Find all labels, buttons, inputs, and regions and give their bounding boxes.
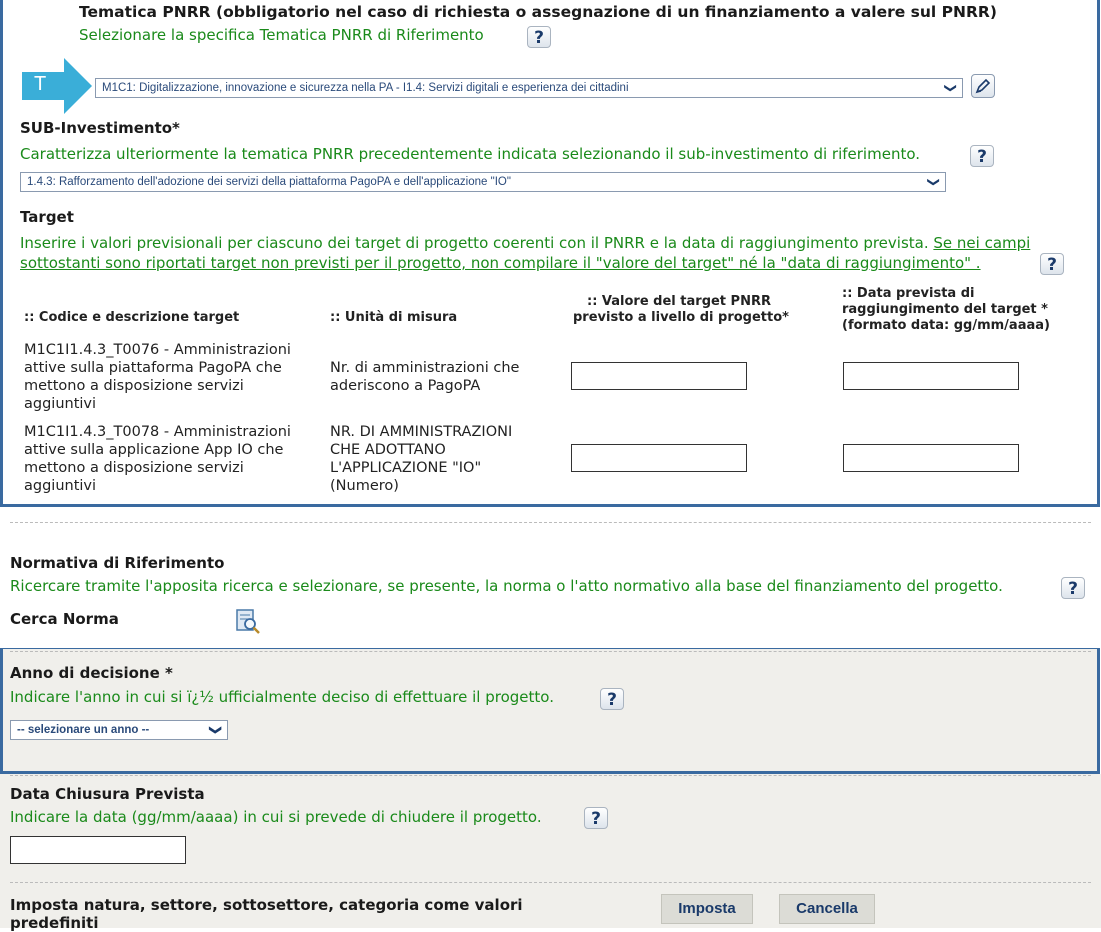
anno-select[interactable]: -- selezionare un anno -- ❯ bbox=[10, 720, 228, 740]
row1-unita-2: aderiscono a PagoPA bbox=[330, 378, 481, 394]
tematica-hint: Selezionare la specifica Tematica PNRR d… bbox=[79, 26, 484, 44]
target-hint: Inserire i valori previsionali per ciasc… bbox=[20, 232, 1100, 254]
anno-select-value: -- selezionare un anno -- bbox=[17, 724, 150, 736]
row2-data-input[interactable] bbox=[843, 444, 1019, 472]
help-icon[interactable]: ? bbox=[1061, 577, 1085, 599]
edit-pencil-icon[interactable] bbox=[971, 74, 995, 98]
cancella-button[interactable]: Cancella bbox=[779, 894, 875, 924]
row2-unita-1: NR. DI AMMINISTRAZIONI bbox=[330, 424, 513, 440]
col-header-codice: :: Codice e descrizione target bbox=[24, 310, 240, 325]
sub-investimento-select[interactable]: 1.4.3: Rafforzamento dell'adozione dei s… bbox=[20, 172, 946, 192]
row2-unita-2: CHE ADOTTANO bbox=[330, 442, 446, 458]
imposta-label-2: predefiniti bbox=[10, 914, 99, 932]
row2-codice-4: aggiuntivi bbox=[24, 478, 97, 494]
help-icon[interactable]: ? bbox=[970, 145, 994, 167]
cerca-norma-label: Cerca Norma bbox=[10, 610, 119, 628]
row1-data-input[interactable] bbox=[843, 362, 1019, 390]
sub-investimento-select-value: 1.4.3: Rafforzamento dell'adozione dei s… bbox=[27, 176, 511, 188]
help-icon[interactable]: ? bbox=[527, 26, 551, 48]
anno-hint: Indicare l'anno in cui si ï¿½ ufficialme… bbox=[10, 688, 554, 706]
row2-codice-3: mettono a disposizione servizi bbox=[24, 460, 244, 476]
row2-unita-4: (Numero) bbox=[330, 478, 399, 494]
col-header-valore-2: previsto a livello di progetto* bbox=[573, 310, 789, 325]
sub-investimento-hint: Caratterizza ulteriormente la tematica P… bbox=[20, 145, 921, 163]
col-header-data-2: raggiungimento del target * bbox=[842, 302, 1048, 317]
row1-codice-2: attive sulla piattaforma PagoPA che bbox=[24, 360, 282, 376]
target-title: Target bbox=[20, 208, 74, 226]
divider bbox=[10, 522, 1091, 523]
row1-codice-4: aggiuntivi bbox=[24, 396, 97, 412]
section-spacer bbox=[0, 637, 1101, 647]
row1-unita-1: Nr. di amministrazioni che bbox=[330, 360, 520, 376]
chevron-down-icon: ❯ bbox=[208, 724, 223, 736]
chiusura-title: Data Chiusura Prevista bbox=[10, 785, 205, 803]
row2-valore-input[interactable] bbox=[571, 444, 747, 472]
row1-codice-1: M1C1I1.4.3_T0076 - Amministrazioni bbox=[24, 342, 291, 358]
divider bbox=[10, 651, 1091, 652]
chevron-down-icon: ❯ bbox=[926, 176, 941, 188]
chevron-down-icon: ❯ bbox=[943, 82, 958, 94]
divider bbox=[10, 882, 1091, 883]
row1-valore-input[interactable] bbox=[571, 362, 747, 390]
divider bbox=[10, 775, 1091, 776]
row2-codice-2: attive sulla applicazione App IO che bbox=[24, 442, 284, 458]
anno-title: Anno di decisione * bbox=[10, 664, 173, 682]
row2-codice-1: M1C1I1.4.3_T0078 - Amministrazioni bbox=[24, 424, 291, 440]
row2-unita-3: L'APPLICAZIONE "IO" bbox=[330, 460, 482, 476]
help-icon[interactable]: ? bbox=[1040, 253, 1064, 275]
tematica-title: Tematica PNRR (obbligatorio nel caso di … bbox=[79, 3, 997, 21]
col-header-unita: :: Unità di misura bbox=[330, 310, 458, 325]
imposta-button[interactable]: Imposta bbox=[661, 894, 753, 924]
help-icon[interactable]: ? bbox=[584, 807, 608, 829]
row1-codice-3: mettono a disposizione servizi bbox=[24, 378, 244, 394]
data-chiusura-input[interactable] bbox=[10, 836, 186, 864]
sub-investimento-title: SUB-Investimento* bbox=[20, 119, 180, 137]
tematica-select-value: M1C1: Digitalizzazione, innovazione e si… bbox=[102, 82, 629, 94]
normativa-title: Normativa di Riferimento bbox=[10, 554, 225, 572]
tematica-select[interactable]: M1C1: Digitalizzazione, innovazione e si… bbox=[95, 78, 963, 98]
help-icon[interactable]: ? bbox=[600, 688, 624, 710]
target-hint-text: Inserire i valori previsionali per ciasc… bbox=[20, 234, 929, 252]
col-header-data-1: :: Data prevista di bbox=[842, 286, 975, 301]
tematica-badge-letter: T bbox=[34, 73, 47, 95]
col-header-valore-1: :: Valore del target PNRR bbox=[587, 294, 771, 309]
col-header-data-3: (formato data: gg/mm/aaaa) bbox=[842, 318, 1050, 333]
target-hint-link-cont[interactable]: sottostanti sono riportati target non pr… bbox=[20, 254, 981, 272]
chiusura-hint: Indicare la data (gg/mm/aaaa) in cui si … bbox=[10, 808, 542, 826]
tematica-arrow-icon bbox=[22, 58, 92, 114]
target-hint-link[interactable]: Se nei campi bbox=[933, 234, 1030, 252]
search-document-icon[interactable] bbox=[233, 608, 263, 636]
normativa-hint: Ricercare tramite l'apposita ricerca e s… bbox=[10, 577, 1003, 595]
imposta-label-1: Imposta natura, settore, sottosettore, c… bbox=[10, 896, 523, 914]
